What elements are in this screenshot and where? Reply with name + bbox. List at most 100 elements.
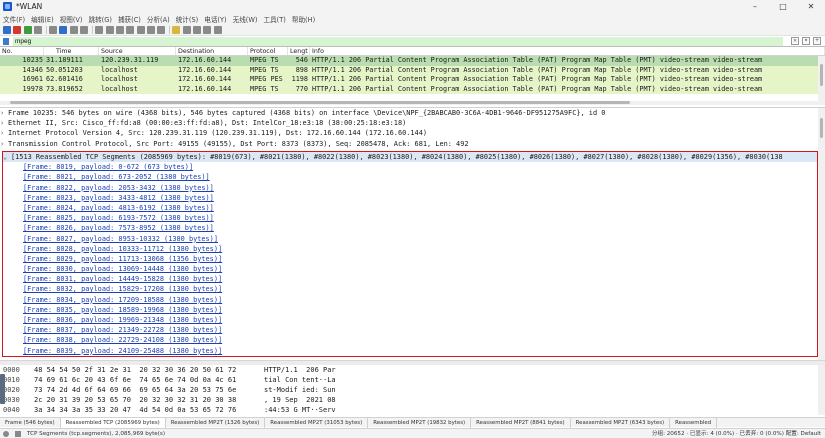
close-file-icon[interactable] <box>69 25 78 34</box>
stop-icon[interactable] <box>13 25 22 34</box>
menu-telephony[interactable]: 电话(Y) <box>204 14 226 24</box>
zoom-reset-icon[interactable] <box>203 25 212 34</box>
reassembled-frame-row[interactable]: [Frame: 8032, payload: 15829-17208 (1380… <box>3 284 817 294</box>
frame-link[interactable]: [Frame: 8035, payload: 18589-19968 (1380… <box>3 306 222 314</box>
reassembled-frame-row[interactable]: [Frame: 8022, payload: 2053-3432 (1380 b… <box>3 183 817 193</box>
reload-icon[interactable] <box>80 25 89 34</box>
expand-arrow-icon[interactable]: › <box>0 118 8 128</box>
frame-link[interactable]: [Frame: 8030, payload: 13069-14448 (1380… <box>3 265 222 273</box>
reassembled-frame-row[interactable]: [Frame: 8028, payload: 10333-11712 (1380… <box>3 244 817 254</box>
packet-list-hscrollbar[interactable] <box>0 101 825 105</box>
zoom-out-icon[interactable] <box>193 25 202 34</box>
hex-dump-row[interactable]: 0020 73 74 2d 4d 6f 64 69 66 69 65 64 3a … <box>0 385 825 395</box>
details-scrollbar[interactable] <box>818 108 825 360</box>
detail-row-ipv4[interactable]: › Internet Protocol Version 4, Src: 120.2… <box>0 128 825 138</box>
scrollbar-thumb[interactable] <box>820 118 823 138</box>
expert-info-icon[interactable] <box>3 430 9 437</box>
resize-columns-icon[interactable] <box>213 25 222 34</box>
filter-dropdown-icon[interactable]: ▾ <box>802 37 810 45</box>
frame-link[interactable]: [Frame: 8031, payload: 14449-15828 (1380… <box>3 275 222 283</box>
frame-link[interactable]: [Frame: 8027, payload: 8953-10332 (1380 … <box>3 235 218 243</box>
reassembled-frame-row[interactable]: [Frame: 8030, payload: 13069-14448 (1380… <box>3 264 817 274</box>
byte-tab[interactable]: Frame (546 bytes) <box>0 417 61 428</box>
column-no[interactable]: No. <box>0 47 44 55</box>
frame-link[interactable]: [Frame: 8026, payload: 7573-8952 (1380 b… <box>3 224 214 232</box>
menu-capture[interactable]: 捕获(C) <box>118 14 141 24</box>
frame-link[interactable]: [Frame: 8019, payload: 0-672 (673 bytes)… <box>3 163 193 171</box>
autoscroll-icon[interactable] <box>157 25 166 34</box>
byte-tab[interactable]: Reassembled <box>670 417 718 428</box>
go-to-packet-icon[interactable] <box>126 25 135 34</box>
packet-row[interactable]: 19978 73.819652 localhost 172.16.60.144 MPEG… <box>0 84 825 95</box>
display-filter-input[interactable] <box>13 36 783 46</box>
detail-row-tcp[interactable]: › Transmission Control Protocol, Src Port… <box>0 139 825 149</box>
expand-arrow-icon[interactable]: › <box>0 139 8 149</box>
frame-link[interactable]: [Frame: 8039, payload: 24109-25488 (1380… <box>3 347 222 355</box>
reassembled-frame-row[interactable]: [Frame: 8027, payload: 8953-10332 (1380 … <box>3 234 817 244</box>
expand-arrow-icon[interactable]: › <box>0 128 8 138</box>
frame-link[interactable]: [Frame: 8021, payload: 673-2052 (1380 by… <box>3 173 210 181</box>
reassembled-frame-row[interactable]: [Frame: 8023, payload: 3433-4812 (1380 b… <box>3 193 817 203</box>
packet-row[interactable]: 10235 31.189111 120.239.31.119 172.16.60.14… <box>0 56 825 66</box>
clear-filter-icon[interactable]: ✕ <box>791 37 799 45</box>
shark-fin-start-icon[interactable] <box>3 25 11 34</box>
frame-link[interactable]: [Frame: 8024, payload: 4813-6192 (1380 b… <box>3 204 214 212</box>
reassembled-frame-row[interactable]: [Frame: 8037, payload: 21349-22728 (1380… <box>3 325 817 335</box>
byte-tab[interactable]: Reassembled MP2T (1326 bytes) <box>166 417 266 428</box>
colorize-icon[interactable] <box>172 25 181 34</box>
close-button[interactable]: ✕ <box>797 0 825 13</box>
packet-row[interactable]: 14346 50.051203 localhost 172.16.60.144 MPEG… <box>0 65 825 76</box>
frame-link[interactable]: [Frame: 8032, payload: 15829-17208 (1380… <box>3 285 222 293</box>
menu-statistics[interactable]: 统计(S) <box>176 14 199 24</box>
menu-go[interactable]: 跳转(G) <box>88 14 111 24</box>
menu-tools[interactable]: 工具(T) <box>263 14 285 24</box>
packet-row[interactable]: 16961 62.601416 localhost 172.16.60.144 MPEG… <box>0 75 825 85</box>
reassembled-frame-row[interactable]: [Frame: 8021, payload: 673-2052 (1380 by… <box>3 172 817 182</box>
hex-dump-row[interactable]: 0000 48 54 54 50 2f 31 2e 31 20 32 30 36 … <box>0 365 825 375</box>
capture-comment-icon[interactable] <box>15 430 21 437</box>
reassembled-frame-row[interactable]: [Frame: 8024, payload: 4813-6192 (1380 b… <box>3 203 817 213</box>
collapse-arrow-icon[interactable]: ⌄ <box>3 152 11 162</box>
hex-dump-row[interactable]: 0010 74 69 61 6c 20 43 6f 6e 74 65 6e 74 … <box>0 375 825 385</box>
maximize-button[interactable]: □ <box>769 0 797 13</box>
last-packet-icon[interactable] <box>146 25 155 34</box>
packet-list-scrollbar[interactable] <box>818 56 825 103</box>
bytes-side-handle[interactable] <box>0 374 5 404</box>
column-destination[interactable]: Destination <box>176 47 248 55</box>
scrollbar-thumb[interactable] <box>820 64 823 86</box>
byte-tab[interactable]: Reassembled MP2T (8841 bytes) <box>471 417 571 428</box>
reassembled-frame-row[interactable]: [Frame: 8036, payload: 19969-21348 (1380… <box>3 315 817 325</box>
menu-help[interactable]: 帮助(H) <box>292 14 315 24</box>
reassembled-frame-row[interactable]: [Frame: 8035, payload: 18589-19968 (1380… <box>3 305 817 315</box>
reassembled-frame-row[interactable]: [Frame: 8039, payload: 24109-25488 (1380… <box>3 346 817 356</box>
frame-link[interactable]: [Frame: 8037, payload: 21349-22728 (1380… <box>3 326 222 334</box>
byte-tab[interactable]: Reassembled MP2T (6343 bytes) <box>571 417 671 428</box>
byte-tab[interactable]: Reassembled TCP (2085969 bytes) <box>60 417 166 428</box>
hex-dump-row[interactable]: 0030 2c 20 31 39 20 53 65 70 20 32 30 32 … <box>0 395 825 405</box>
menu-view[interactable]: 视图(V) <box>60 14 83 24</box>
menu-edit[interactable]: 编辑(E) <box>31 14 54 24</box>
frame-link[interactable]: [Frame: 8025, payload: 6193-7572 (1380 b… <box>3 214 214 222</box>
reassembled-frame-row[interactable]: [Frame: 8031, payload: 14449-15828 (1380… <box>3 274 817 284</box>
column-length[interactable]: Lengt <box>288 47 310 55</box>
menu-file[interactable]: 文件(F) <box>3 14 25 24</box>
frame-link[interactable]: [Frame: 8036, payload: 19969-21348 (1380… <box>3 316 222 324</box>
options-gear-icon[interactable] <box>33 25 42 34</box>
byte-tab[interactable]: Reassembled MP2T (19832 bytes) <box>368 417 472 428</box>
find-icon[interactable] <box>95 25 104 34</box>
first-packet-icon[interactable] <box>136 25 145 34</box>
zoom-in-icon[interactable] <box>182 25 191 34</box>
reassembled-frame-row[interactable]: [Frame: 8025, payload: 6193-7572 (1380 b… <box>3 213 817 223</box>
expand-arrow-icon[interactable]: › <box>0 108 8 118</box>
reassembled-frame-row[interactable]: [Frame: 8038, payload: 22729-24108 (1380… <box>3 335 817 345</box>
save-icon[interactable] <box>59 25 68 34</box>
add-filter-button-icon[interactable]: + <box>813 37 821 45</box>
reassembled-frame-row[interactable]: [Frame: 8029, payload: 11713-13068 (1356… <box>3 254 817 264</box>
reassembled-frame-row[interactable]: [Frame: 8026, payload: 7573-8952 (1380 b… <box>3 223 817 233</box>
reassembled-frame-row[interactable]: [Frame: 8019, payload: 0-672 (673 bytes)… <box>3 162 817 172</box>
frame-link[interactable]: [Frame: 8028, payload: 10333-11712 (1380… <box>3 245 222 253</box>
column-protocol[interactable]: Protocol <box>248 47 288 55</box>
restart-icon[interactable] <box>23 25 32 34</box>
forward-arrow-icon[interactable] <box>115 25 124 34</box>
menu-analyze[interactable]: 分析(A) <box>147 14 170 24</box>
